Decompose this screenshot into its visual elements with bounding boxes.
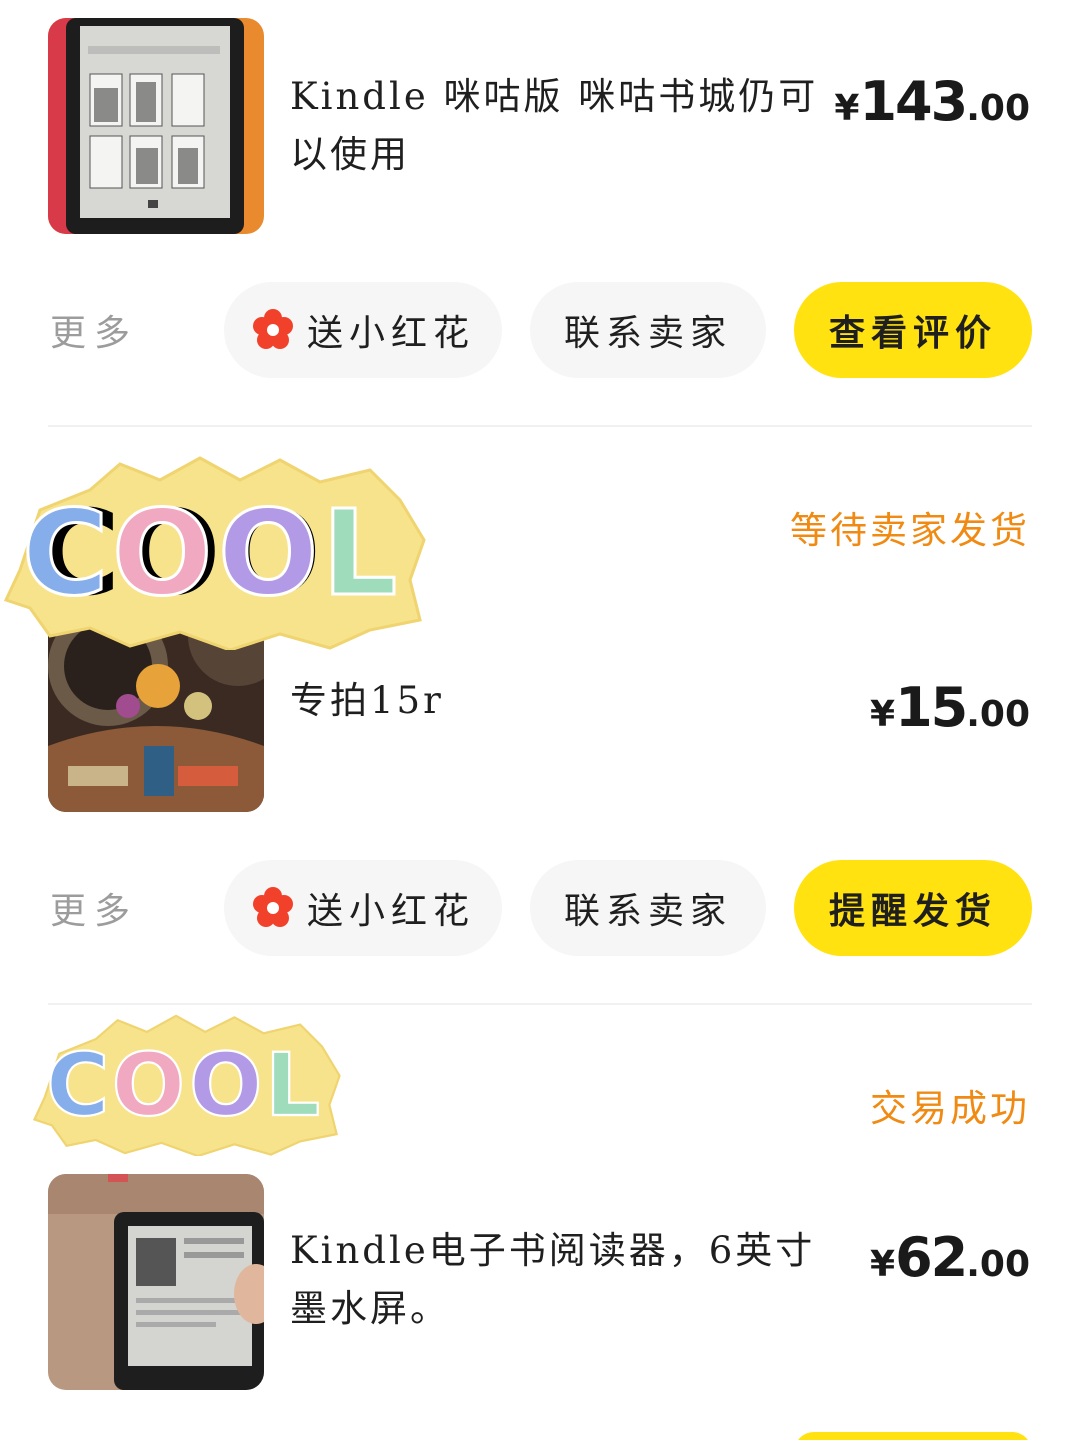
order-price: ¥62.00	[870, 1226, 1030, 1289]
svg-text:C: C	[22, 484, 109, 622]
order-title[interactable]: 专拍15r	[290, 672, 820, 730]
order-status: 等待卖家发货	[790, 509, 1030, 552]
price-integer: 143	[859, 70, 968, 133]
next-primary-button-peek[interactable]	[794, 1432, 1032, 1440]
more-button[interactable]: 更多	[50, 882, 138, 934]
svg-text:O: O	[112, 484, 212, 622]
price-currency: ¥	[870, 1244, 896, 1285]
send-flower-label: 送小红花	[306, 891, 475, 932]
send-flower-button[interactable]: 送小红花	[224, 860, 502, 956]
price-decimal: .00	[966, 694, 1030, 735]
flower-icon	[252, 309, 293, 349]
order-divider	[48, 1003, 1032, 1005]
order-price: ¥15.00	[870, 676, 1030, 739]
price-decimal: .00	[966, 1244, 1030, 1285]
svg-text:L: L	[265, 1036, 320, 1136]
price-currency: ¥	[834, 88, 860, 129]
more-button[interactable]: 更多	[50, 304, 138, 356]
order-actions: 更多 送小红花 联系卖家 查看评价	[0, 282, 1080, 378]
order-status: 交易成功	[870, 1087, 1030, 1130]
order-title[interactable]: Kindle电子书阅读器，6英寸墨水屏。	[290, 1222, 820, 1338]
product-thumbnail-kindle-migu[interactable]	[48, 18, 264, 234]
svg-text:O: O	[112, 1036, 185, 1136]
price-integer: 15	[895, 676, 968, 739]
svg-text:O: O	[218, 484, 318, 622]
cool-sticker: COOL C O O L	[3, 456, 426, 650]
price-integer: 62	[895, 1226, 968, 1289]
send-flower-label: 送小红花	[306, 313, 475, 354]
order-price: ¥143.00	[834, 70, 1030, 133]
product-thumbnail-kindle-reader[interactable]	[48, 1174, 264, 1390]
flower-icon	[252, 887, 293, 927]
order-title[interactable]: Kindle 咪咕版 咪咕书城仍可以使用	[290, 68, 820, 184]
send-flower-button[interactable]: 送小红花	[224, 282, 502, 378]
cool-sticker: C O O L	[32, 1014, 341, 1156]
svg-text:C: C	[46, 1036, 109, 1136]
contact-seller-button[interactable]: 联系卖家	[530, 282, 766, 378]
svg-text:O: O	[189, 1036, 262, 1136]
contact-seller-button[interactable]: 联系卖家	[530, 860, 766, 956]
remind-shipping-button[interactable]: 提醒发货	[794, 860, 1032, 956]
price-currency: ¥	[870, 694, 896, 735]
order-divider	[48, 425, 1032, 427]
price-decimal: .00	[966, 88, 1030, 129]
view-review-button[interactable]: 查看评价	[794, 282, 1032, 378]
svg-text:L: L	[322, 484, 397, 622]
order-actions: 更多 送小红花 联系卖家 提醒发货	[0, 860, 1080, 956]
